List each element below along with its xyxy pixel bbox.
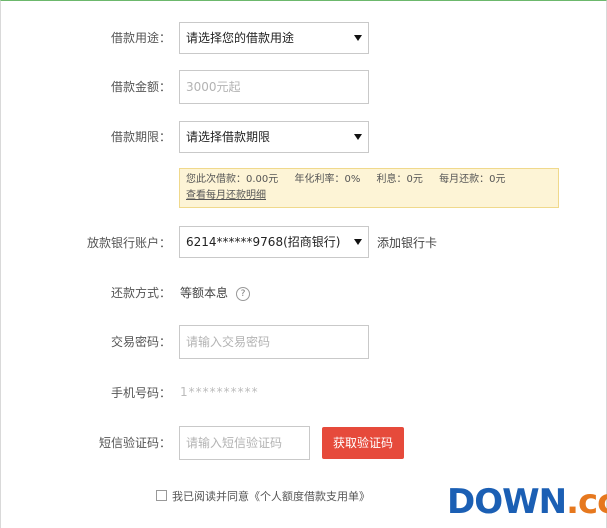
- phone-value: 1**********: [180, 385, 259, 399]
- sms-code-input[interactable]: [179, 426, 310, 460]
- caret-down-icon: [354, 239, 362, 245]
- monthly-detail-link[interactable]: 查看每月还款明细: [186, 190, 266, 201]
- watermark-cc: .cc: [566, 482, 607, 522]
- repay-method-label: 还款方式：: [110, 286, 171, 300]
- bank-account-select[interactable]: 6214******9768(招商银行): [179, 226, 369, 258]
- amount-label: 借款金额：: [110, 80, 171, 94]
- phone-label: 手机号码：: [110, 386, 171, 400]
- question-circle-icon[interactable]: ?: [236, 287, 250, 301]
- down-cc-watermark: DOWN.cc: [447, 482, 607, 522]
- purpose-label: 借款用途：: [110, 31, 171, 45]
- summary-rate: 年化利率：0%: [294, 174, 361, 185]
- purpose-select[interactable]: 请选择您的借款用途: [179, 22, 369, 54]
- add-bank-card-link[interactable]: 添加银行卡: [377, 235, 437, 251]
- sms-code-label: 短信验证码：: [98, 436, 171, 450]
- summary-monthly: 每月还款：0元: [439, 174, 506, 185]
- term-select[interactable]: 请选择借款期限: [179, 121, 369, 153]
- term-label: 借款期限：: [110, 130, 171, 144]
- agreement-checkbox[interactable]: [156, 490, 167, 501]
- get-code-button[interactable]: 获取验证码: [322, 427, 404, 459]
- watermark-down: DOWN: [447, 482, 567, 522]
- trade-password-label: 交易密码：: [110, 335, 171, 349]
- repay-method-value: 等额本息: [180, 286, 229, 300]
- caret-down-icon: [354, 134, 362, 140]
- purpose-select-value: 请选择您的借款用途: [186, 31, 295, 45]
- loan-summary-box: 您此次借款：0.00元 年化利率：0% 利息：0元 每月还款：0元 查看每月还款…: [179, 168, 559, 208]
- bank-account-value: 6214******9768(招商银行): [186, 235, 341, 249]
- term-select-value: 请选择借款期限: [186, 130, 271, 144]
- summary-loan: 您此次借款：0.00元: [186, 174, 279, 185]
- loan-summary-row: 您此次借款：0.00元 年化利率：0% 利息：0元 每月还款：0元: [186, 172, 552, 188]
- summary-interest: 利息：0元: [376, 174, 423, 185]
- bank-account-label: 放款银行账户：: [86, 236, 171, 250]
- agreement-row[interactable]: 我已阅读并同意《个人额度借款支用单》: [156, 490, 370, 504]
- agreement-text: 我已阅读并同意《个人额度借款支用单》: [172, 490, 370, 503]
- trade-password-input[interactable]: [179, 325, 369, 359]
- caret-down-icon: [354, 35, 362, 41]
- amount-input[interactable]: [179, 70, 369, 104]
